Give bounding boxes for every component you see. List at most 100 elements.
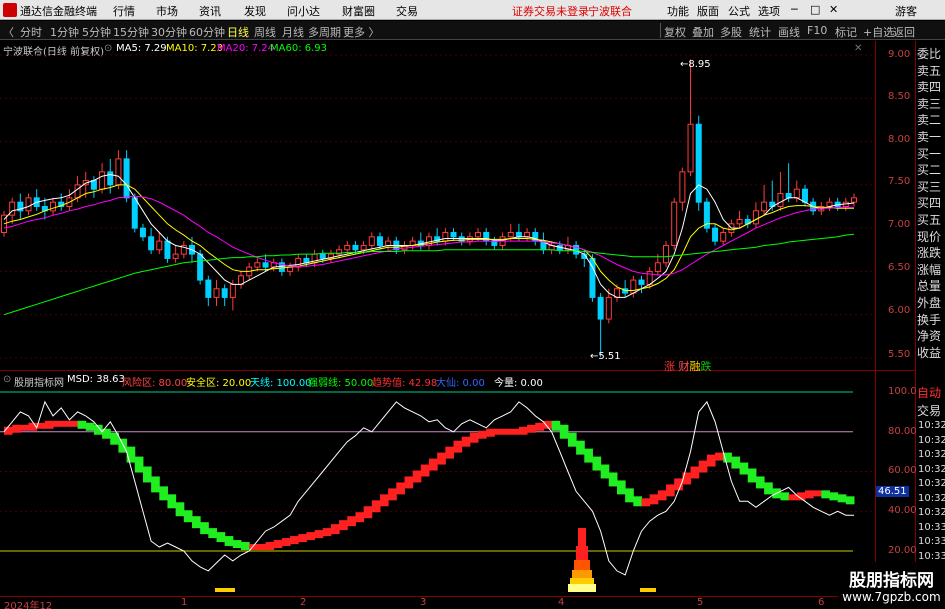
kline-chart[interactable] [0, 0, 875, 596]
trend-block [437, 452, 446, 465]
candle-body [385, 240, 392, 246]
trading-terminal: 通达信金融终端 行情 市场 资讯 发现 问小达 财富圈 交易 证券交易未登录 宁… [0, 0, 945, 609]
quote-field-7: 买二 [917, 161, 945, 179]
trend-block [657, 490, 667, 501]
indicator-tick: 20.00 [888, 545, 917, 556]
trend-block [486, 428, 495, 437]
x-axis-label: 3 [420, 597, 427, 608]
trade-time: 10:33 [918, 550, 945, 562]
trend-block [355, 512, 365, 523]
event-rise[interactable]: 涨 [664, 360, 675, 373]
x-axis-label: 4 [558, 597, 565, 608]
trend-block [821, 490, 830, 499]
candle-body [123, 158, 130, 199]
trend-block [281, 538, 291, 547]
msd-line [3, 400, 854, 576]
price-tick: 9.00 [888, 49, 911, 60]
candle-body [720, 231, 727, 242]
trend-block [420, 464, 430, 477]
trend-block [837, 494, 847, 503]
trend-block [44, 420, 54, 429]
price-tick: 7.00 [888, 219, 911, 230]
trend-block [388, 488, 397, 501]
quote-field-15: 外盘 [917, 294, 945, 311]
trend-block [445, 446, 455, 459]
trend-block [625, 488, 634, 503]
candle-body [801, 188, 808, 203]
trend-block [322, 528, 332, 537]
trend-block [330, 524, 340, 535]
trend-block [232, 540, 242, 549]
candle-body [654, 262, 661, 272]
quote-field-12: 涨跌 [917, 244, 945, 262]
quote-field-17: 净资 [917, 327, 945, 345]
candle-body [736, 218, 743, 225]
trend-block [257, 544, 267, 551]
trend-block [241, 542, 250, 551]
trend-block [616, 480, 626, 495]
event-fall[interactable]: 跌 [701, 360, 712, 373]
trend-block [666, 484, 675, 497]
trend-block [829, 492, 839, 501]
trade-time: 10:33 [918, 536, 945, 547]
return-button[interactable]: 返回 [893, 24, 915, 40]
candle-body [197, 253, 204, 281]
quote-field-10: 买五 [917, 211, 945, 228]
candle-body [352, 244, 359, 251]
price-tick: 5.50 [888, 349, 911, 360]
watermark: 股朋指标网 www.7gpzb.com [838, 562, 945, 609]
trend-block [633, 496, 642, 507]
trend-block [527, 424, 536, 433]
trade-header-1[interactable]: 交易 [917, 402, 945, 419]
trade-header-0[interactable]: 自动 [917, 384, 945, 401]
trade-time: 10:32 [918, 478, 945, 489]
quote-field-9: 买四 [917, 194, 945, 212]
trend-block [159, 486, 168, 501]
trend-block [780, 492, 790, 501]
quote-field-1: 卖五 [917, 61, 945, 79]
trend-block [469, 432, 479, 443]
event-finance[interactable]: 财 [679, 360, 690, 373]
trend-block [339, 520, 348, 531]
trend-block [804, 490, 814, 499]
trend-block [314, 530, 324, 539]
x-axis-line [0, 596, 915, 597]
trend-block [690, 466, 700, 479]
volume-flame [568, 584, 596, 592]
candle-body [695, 123, 702, 203]
trend-block [813, 490, 822, 497]
candle-body [25, 197, 32, 212]
candle-body [205, 279, 212, 298]
trend-block [142, 466, 152, 483]
candle-body [687, 123, 694, 173]
trend-block [478, 430, 487, 439]
candle-body [115, 158, 122, 186]
candle-body [524, 231, 531, 238]
trade-time: 10:32 [918, 507, 945, 518]
trend-block [698, 460, 708, 473]
trend-block [183, 510, 193, 523]
volume-flame [578, 528, 586, 548]
trend-block [412, 470, 422, 483]
trend-block [510, 428, 520, 435]
trend-block [265, 542, 275, 551]
quote-field-18: 收益 [917, 343, 945, 361]
x-axis-label: 5 [697, 597, 704, 608]
event-margin[interactable]: 融 [690, 360, 701, 373]
trend-block [429, 458, 438, 471]
trend-block [363, 506, 373, 519]
trend-block [845, 496, 855, 505]
trend-block [134, 456, 144, 473]
trade-time: 10:32 [918, 463, 945, 475]
user-label[interactable]: 游客 [895, 3, 917, 19]
quote-field-13: 涨幅 [917, 260, 945, 278]
candle-body [164, 240, 171, 259]
candle-body [712, 227, 719, 242]
trade-time: 10:33 [918, 521, 945, 533]
event-marks[interactable]: 涨 财融跌 [664, 358, 712, 374]
candle-body [597, 296, 604, 320]
candle-body [515, 231, 522, 238]
quote-field-16: 换手 [917, 310, 945, 328]
quote-field-14: 总量 [917, 277, 945, 295]
volume-bar-small [215, 588, 235, 592]
